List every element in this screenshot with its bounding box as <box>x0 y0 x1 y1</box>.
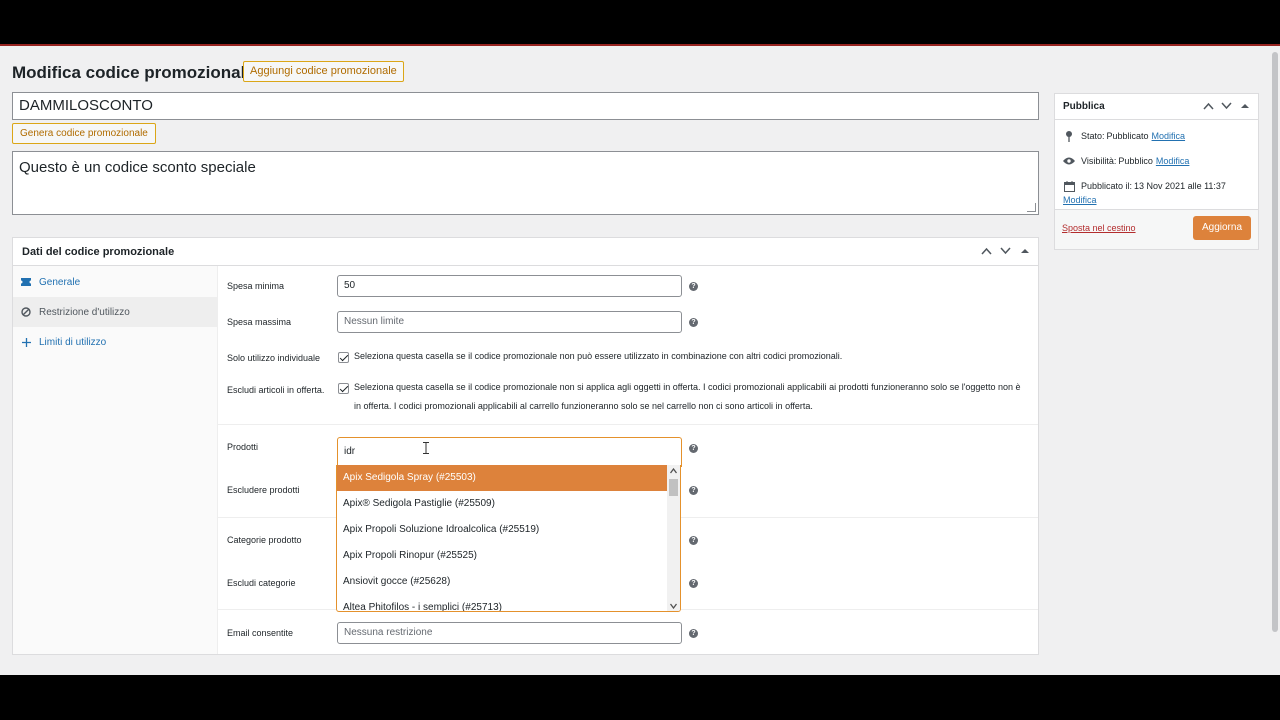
tab-usage-restriction[interactable]: Restrizione d'utilizzo <box>13 297 218 327</box>
edit-date-link[interactable]: Modifica <box>1063 195 1097 205</box>
products-search-text: idr <box>344 446 356 457</box>
tab-general-label: Generale <box>39 276 81 288</box>
help-icon[interactable]: ? <box>689 318 698 327</box>
edit-status-link[interactable]: Modifica <box>1152 131 1186 141</box>
tab-general[interactable]: Generale <box>13 267 218 297</box>
publish-actions: Sposta nel cestino Aggiorna <box>1055 209 1258 249</box>
products-search-input[interactable]: idr <box>337 437 682 467</box>
individual-use-checkbox[interactable] <box>338 352 349 363</box>
move-up-icon[interactable] <box>1203 99 1214 113</box>
products-label: Prodotti <box>227 442 259 452</box>
published-date: 13 Nov 2021 alle 11:37 <box>1134 181 1226 191</box>
help-icon[interactable]: ? <box>689 486 698 495</box>
exclude-categories-label: Escludi categorie <box>227 578 296 588</box>
bottom-black-bar <box>0 675 1280 720</box>
product-option[interactable]: Altea Phitofilos - i semplici (#25713) <box>337 595 668 611</box>
publish-title: Pubblica <box>1063 101 1105 112</box>
scroll-down-icon[interactable] <box>670 603 677 609</box>
move-to-trash-link[interactable]: Sposta nel cestino <box>1062 223 1136 233</box>
allowed-emails-label: Email consentite <box>227 628 294 638</box>
tab-usage-limits-label: Limiti di utilizzo <box>39 336 107 348</box>
individual-use-description: Seleziona questa casella se il codice pr… <box>354 351 843 361</box>
tab-usage-restriction-label: Restrizione d'utilizzo <box>39 306 130 318</box>
products-dropdown[interactable]: Apix Sedigola Spray (#25503) Apix® Sedigo… <box>336 465 681 612</box>
plus-icon <box>21 337 31 347</box>
help-icon[interactable]: ? <box>689 579 698 588</box>
allowed-emails-input[interactable]: Nessuna restrizione <box>337 622 682 644</box>
publish-status-row: Stato: Pubblicato Modifica <box>1063 130 1185 142</box>
text-cursor-icon <box>423 442 429 454</box>
product-option[interactable]: Apix Sedigola Spray (#25503) <box>337 465 668 491</box>
help-icon[interactable]: ? <box>689 536 698 545</box>
product-option[interactable]: Apix® Sedigola Pastiglie (#25509) <box>337 491 668 517</box>
coupon-data-tabs: Generale Restrizione d'utilizzo Limiti d… <box>13 266 218 654</box>
scroll-up-icon[interactable] <box>670 468 677 474</box>
top-black-bar <box>0 0 1280 45</box>
collapse-toggle-icon[interactable] <box>1239 99 1250 113</box>
coupon-description-textarea[interactable]: Questo è un codice sconto speciale <box>12 151 1039 215</box>
update-button[interactable]: Aggiorna <box>1193 216 1251 240</box>
max-spend-input[interactable]: Nessun limite <box>337 311 682 333</box>
move-down-icon[interactable] <box>1221 99 1232 113</box>
resize-handle-icon[interactable] <box>1027 203 1036 212</box>
publish-header: Pubblica <box>1055 94 1258 120</box>
tab-usage-limits[interactable]: Limiti di utilizzo <box>13 327 218 357</box>
prohibited-icon <box>21 307 31 317</box>
exclude-sale-description: Seleziona questa casella se il codice pr… <box>354 382 1021 411</box>
generate-code-button[interactable]: Genera codice promozionale <box>12 123 156 144</box>
page-title: Modifica codice promozionale <box>12 63 255 82</box>
min-spend-label: Spesa minima <box>227 281 285 291</box>
collapse-toggle-icon[interactable] <box>1019 244 1030 258</box>
product-option[interactable]: Ansiovit gocce (#25628) <box>337 569 668 595</box>
product-categories-label: Categorie prodotto <box>227 535 302 545</box>
description-text: Questo è un codice sconto speciale <box>19 159 256 176</box>
exclude-sale-label: Escludi articoli in offerta. <box>227 385 325 395</box>
status-value: Pubblicato <box>1106 131 1149 141</box>
publish-visibility-row: Visibilità: Pubblico Modifica <box>1063 155 1189 167</box>
help-icon[interactable]: ? <box>689 282 698 291</box>
ticket-icon <box>21 277 31 287</box>
move-up-icon[interactable] <box>981 244 992 258</box>
individual-use-label: Solo utilizzo individuale <box>227 353 321 363</box>
max-spend-label: Spesa massima <box>227 317 292 327</box>
add-coupon-button[interactable]: Aggiungi codice promozionale <box>243 61 404 82</box>
product-option[interactable]: Apix Propoli Soluzione Idroalcolica (#25… <box>337 517 668 543</box>
products-options-list: Apix Sedigola Spray (#25503) Apix® Sedigo… <box>337 465 680 611</box>
dropdown-scroll-thumb[interactable] <box>669 479 678 496</box>
calendar-icon <box>1063 180 1075 192</box>
coupon-code-input[interactable]: DAMMILOSCONTO <box>12 92 1039 120</box>
metabox-title: Dati del codice promozionale <box>22 246 175 258</box>
dropdown-scrollbar[interactable] <box>667 465 680 611</box>
help-icon[interactable]: ? <box>689 444 698 453</box>
eye-icon <box>1063 155 1075 167</box>
visibility-value: Pubblico <box>1118 156 1153 166</box>
move-down-icon[interactable] <box>1000 244 1011 258</box>
edit-visibility-link[interactable]: Modifica <box>1156 156 1190 166</box>
exclude-products-label: Escludere prodotti <box>227 485 300 495</box>
product-option[interactable]: Apix Propoli Rinopur (#25525) <box>337 543 668 569</box>
min-spend-input[interactable]: 50 <box>337 275 682 297</box>
publish-metabox: Pubblica Stato: Pubblicato Modifica Visib… <box>1054 93 1259 250</box>
divider <box>218 424 1038 425</box>
pin-icon <box>1063 130 1075 142</box>
help-icon[interactable]: ? <box>689 629 698 638</box>
publish-date-row: Pubblicato il: 13 Nov 2021 alle 11:37 <box>1063 180 1229 192</box>
page-scrollbar[interactable] <box>1272 52 1278 632</box>
metabox-header: Dati del codice promozionale <box>13 238 1038 266</box>
exclude-sale-checkbox[interactable] <box>338 383 349 394</box>
